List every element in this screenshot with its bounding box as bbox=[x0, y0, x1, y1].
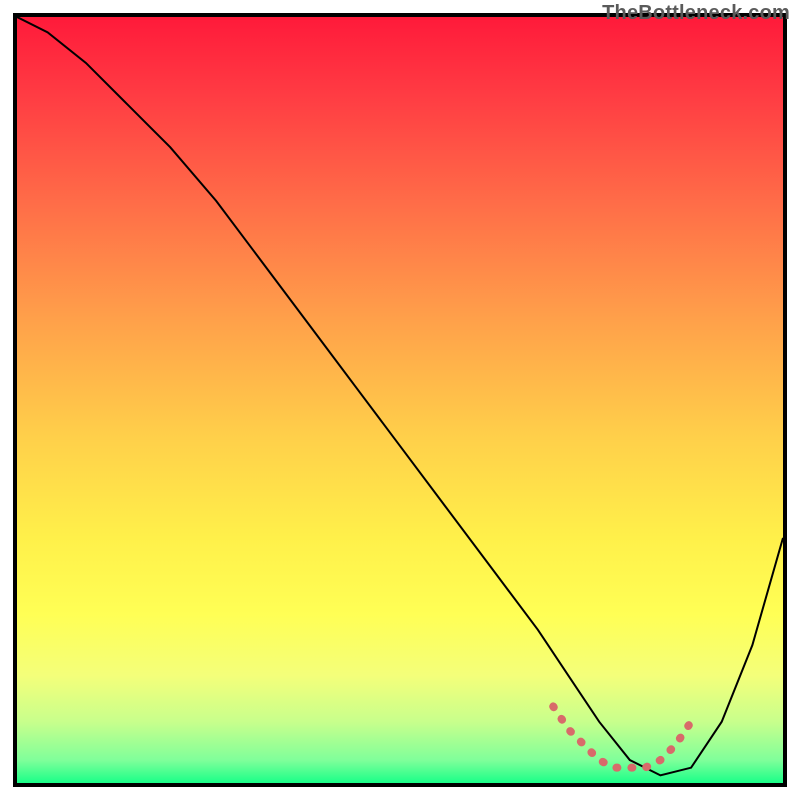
chart-stage: TheBottleneck.com bbox=[0, 0, 800, 800]
bottleneck-curve bbox=[17, 17, 783, 775]
chart-series-layer bbox=[17, 17, 783, 783]
optimal-range-marker bbox=[553, 706, 691, 767]
plot-area bbox=[13, 13, 787, 787]
watermark-text: TheBottleneck.com bbox=[602, 2, 790, 25]
